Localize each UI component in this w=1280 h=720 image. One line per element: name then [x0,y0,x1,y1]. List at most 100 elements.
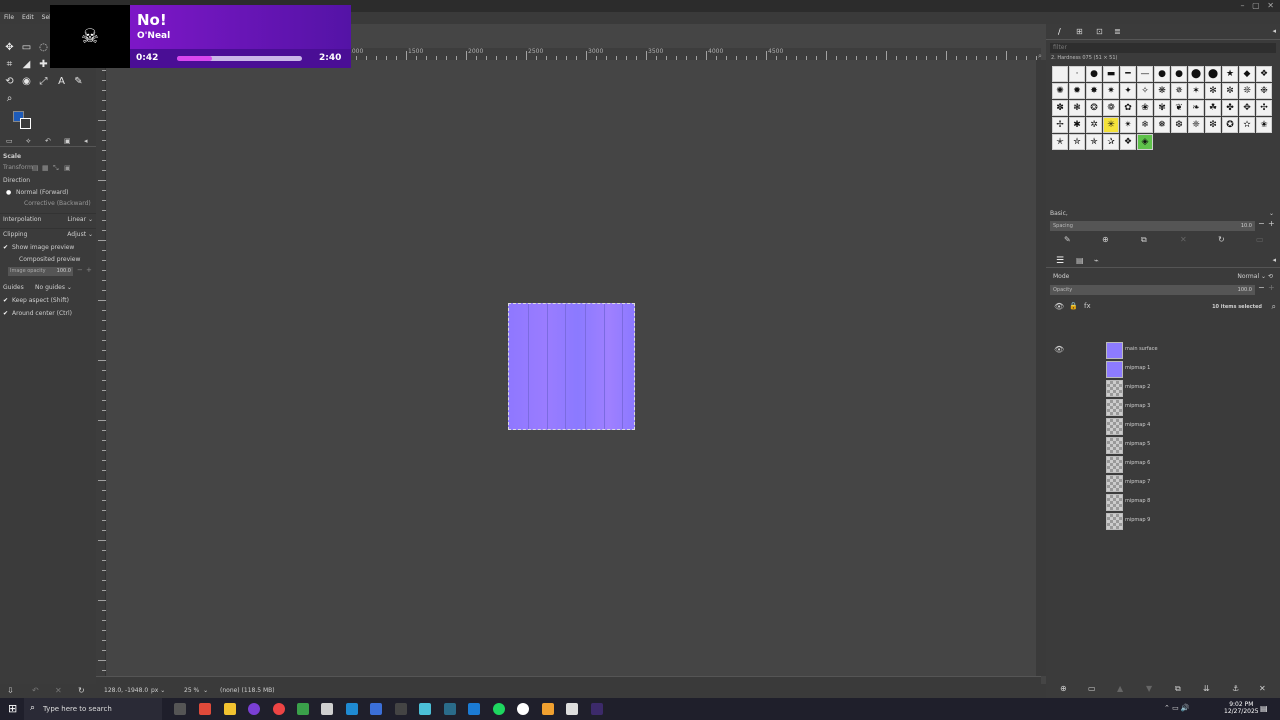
brush-swatch[interactable]: ━ [1120,66,1136,82]
duplicate-layer-icon[interactable]: ⧉ [1175,684,1181,694]
windows-start-icon[interactable]: ⊞ [8,702,17,715]
undo-history-tab-icon[interactable]: ↶ [45,137,51,145]
brush-swatch[interactable]: ✧ [1137,83,1153,99]
brush-swatch[interactable]: ✲ [1086,117,1102,133]
brush-swatch[interactable]: ❧ [1188,100,1204,116]
transform-tool-icon[interactable]: ⤢ [37,75,50,88]
reset-icon[interactable]: ↻ [78,684,85,698]
brush-swatch[interactable]: ❦ [1171,100,1187,116]
brush-swatch[interactable]: ❈ [1188,117,1204,133]
around-center-checkbox[interactable]: ✔ Around center (Ctrl) [0,308,96,320]
app-icon-o[interactable] [248,703,260,715]
brush-swatch[interactable]: ❄ [1137,117,1153,133]
brush-swatch[interactable]: ❋ [1154,83,1170,99]
refresh-brushes-icon[interactable]: ↻ [1218,235,1225,244]
brush-swatch[interactable]: ❃ [1069,100,1085,116]
layer-row[interactable]: mipmap 4 [1050,417,1278,436]
brush-swatch[interactable]: ⬤ [1188,66,1204,82]
clipping-select[interactable]: Clipping Adjust ⌄ [0,228,96,240]
brush-swatch[interactable]: ✪ [1222,117,1238,133]
layer-mode-select[interactable]: Mode Normal ⌄ ⟲ [1053,272,1273,282]
menu-edit[interactable]: Edit [18,12,38,24]
fonts-tab-icon[interactable]: ⊡ [1096,27,1103,36]
paths-tab-icon[interactable]: ⌁ [1094,256,1099,265]
app-icon-blue[interactable] [370,703,382,715]
document-history-tab-icon[interactable]: ≣ [1114,27,1121,36]
duplicate-brush-icon[interactable]: ⧉ [1141,235,1147,245]
undo-icon[interactable]: ↶ [32,684,39,698]
warp-tool-icon[interactable]: ⟲ [3,75,16,88]
brush-swatch[interactable]: ◈ [1137,134,1153,150]
brush-swatch[interactable]: ✻ [1205,83,1221,99]
app-icon-green[interactable] [297,703,309,715]
brush-swatch[interactable]: ✼ [1222,83,1238,99]
smudge-tool-icon[interactable]: ◉ [20,75,33,88]
configure-tab-icon[interactable]: ◂ [84,137,88,145]
layer-opacity-slider[interactable]: Opacity 100.0 [1050,285,1255,295]
brush-swatch[interactable]: ❁ [1103,100,1119,116]
move-tool-icon[interactable]: ✥ [3,41,16,54]
brush-swatch[interactable]: ❖ [1120,134,1136,150]
app-icon-white[interactable] [517,703,529,715]
brush-swatch[interactable]: ✹ [1069,83,1085,99]
layer-row[interactable]: mipmap 3 [1050,398,1278,417]
brush-swatch[interactable]: ✮ [1069,134,1085,150]
opacity-increase-icon[interactable]: + [86,266,92,274]
spacing-decrease-icon[interactable]: − [1258,219,1265,228]
task-view-icon[interactable] [174,703,186,715]
brush-swatch[interactable]: ✫ [1239,117,1255,133]
heal-tool-icon[interactable]: ✚ [37,58,50,71]
brush-swatch[interactable]: ✯ [1086,134,1102,150]
brush-swatch[interactable]: ✦ [1120,83,1136,99]
unit-select[interactable]: px ⌄ [151,684,165,698]
image-opacity-slider[interactable]: Image opacity 100.0 [8,267,73,276]
brush-swatch[interactable]: ✾ [1154,100,1170,116]
lower-layer-icon[interactable]: ▼ [1146,684,1152,693]
progress-track[interactable] [177,56,302,61]
bucket-tool-icon[interactable]: ◢ [20,58,33,71]
brush-swatch[interactable]: ❂ [1086,100,1102,116]
layer-row[interactable]: mipmap 1 [1050,360,1278,379]
gimp-app-icon[interactable] [199,703,211,715]
vertical-scrollbar[interactable] [1036,60,1046,676]
layer-row[interactable]: mipmap 2 [1050,379,1278,398]
brush-swatch[interactable]: ✰ [1103,134,1119,150]
brush-swatch[interactable]: ✺ [1052,83,1068,99]
search-icon[interactable]: ⌕ [1272,302,1276,312]
delete-layer-icon[interactable]: ✕ [1259,684,1266,693]
horizontal-scrollbar[interactable] [96,676,1041,684]
guides-select[interactable]: Guides No guides ⌄ [0,282,96,294]
eye-icon[interactable]: 👁 [1054,302,1064,311]
menu-file[interactable]: File [0,12,18,24]
taskbar-search[interactable]: ⌕ Type here to search [24,698,162,720]
tool-preset-icon[interactable]: ⇩ [7,684,14,698]
brush-swatch[interactable]: ✢ [1052,117,1068,133]
brush-filter-input[interactable]: filter [1050,43,1276,53]
brush-swatch[interactable]: ● [1154,66,1170,82]
system-tray-icons[interactable]: ⌃ ▭ 🔊 [1164,704,1190,712]
app-icon-a[interactable] [542,703,554,715]
image-layer-preview[interactable] [508,303,635,430]
tool-app-icon[interactable] [395,703,407,715]
panel-menu-icon[interactable]: ◂ [1272,27,1276,35]
layer-opacity-increase-icon[interactable]: + [1268,283,1275,292]
lasso-tool-icon[interactable]: ◌ [37,41,50,54]
layer-row[interactable]: mipmap 7 [1050,474,1278,493]
layer-opacity-decrease-icon[interactable]: − [1258,283,1265,292]
brush-swatch[interactable]: ❀ [1137,100,1153,116]
spacing-increase-icon[interactable]: + [1268,219,1275,228]
brush-swatch[interactable]: ✤ [1222,100,1238,116]
new-group-icon[interactable]: ▭ [1088,684,1096,693]
open-brush-icon[interactable]: ▭ [1256,235,1264,244]
brush-swatch[interactable]: ✳ [1103,117,1119,133]
merge-layer-icon[interactable]: ⇊ [1203,684,1210,693]
direction-corrective-radio[interactable]: Corrective (Backward) [0,198,96,210]
images-tab-icon[interactable]: ▣ [64,137,71,145]
channels-tab-icon[interactable]: ▤ [1076,256,1084,265]
brush-swatch[interactable]: ✭ [1052,134,1068,150]
transform-image-icon[interactable]: ▣ [64,162,71,174]
spacing-slider[interactable]: Spacing 10.0 [1050,221,1255,231]
brush-swatch[interactable]: — [1137,66,1153,82]
show-image-preview-checkbox[interactable]: ✔ Show image preview [0,242,96,254]
brush-tag-select[interactable]: Basic, ⌄ [1050,209,1276,219]
